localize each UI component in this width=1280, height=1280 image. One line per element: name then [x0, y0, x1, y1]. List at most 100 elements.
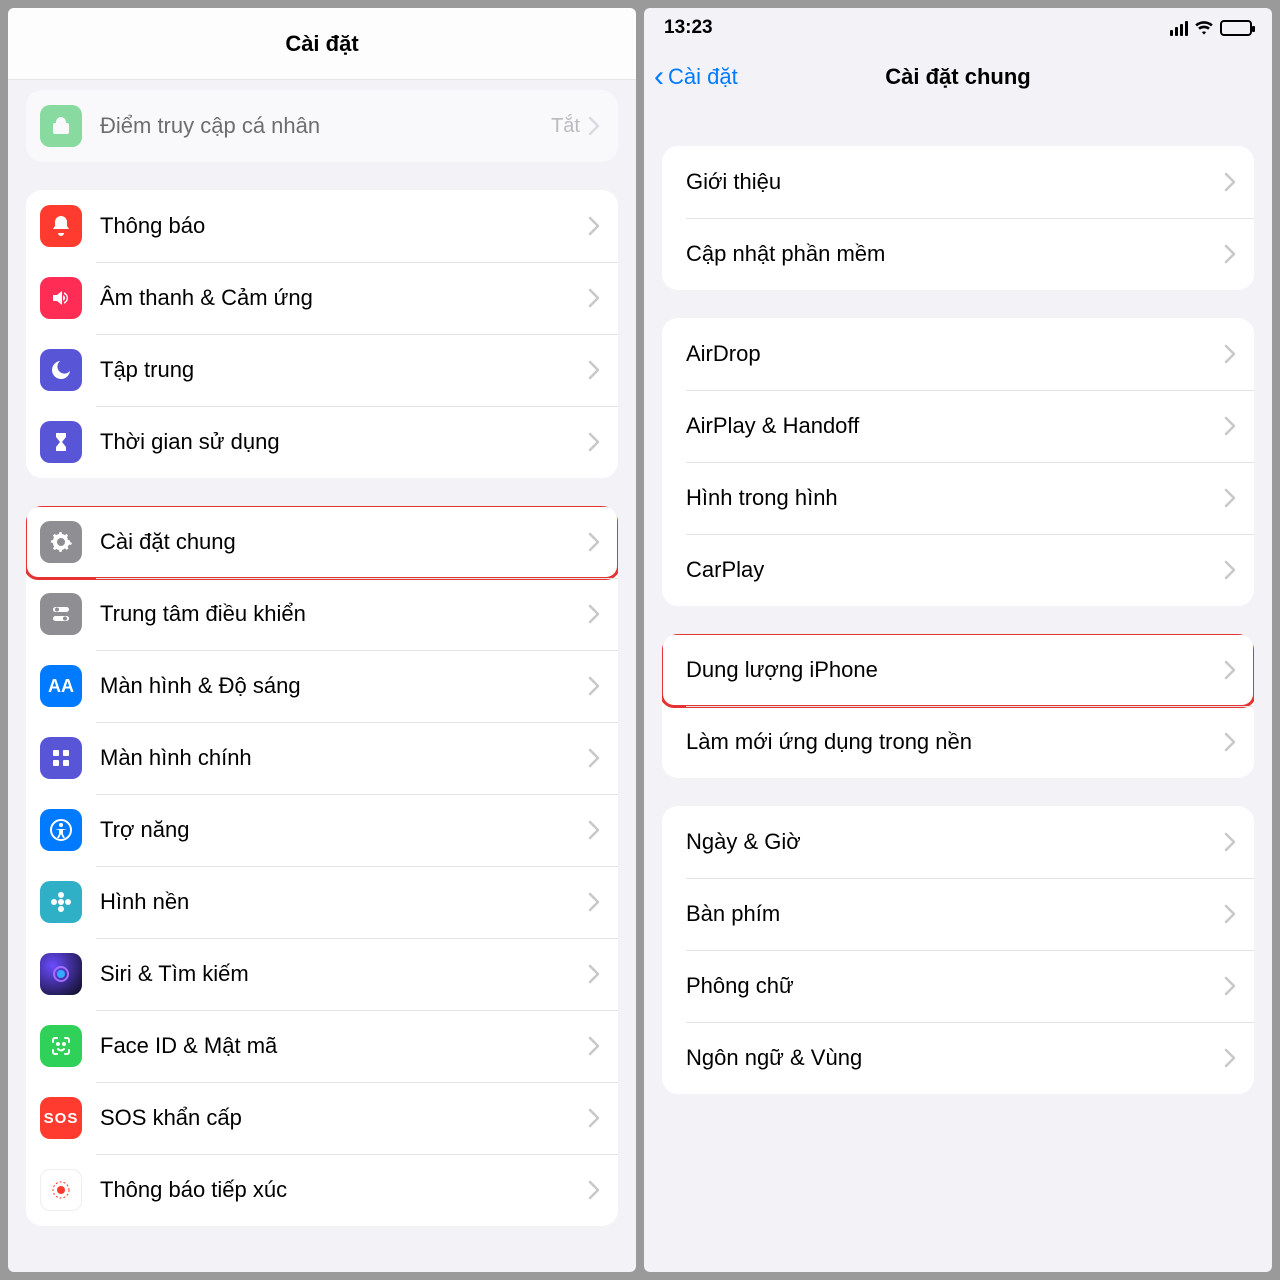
row-sounds[interactable]: Âm thanh & Cảm ứng	[26, 262, 618, 334]
row-controlcenter[interactable]: Trung tâm điều khiển	[26, 578, 618, 650]
group-datetime: Ngày & Giờ Bàn phím Phông chữ Ngôn ngữ &…	[662, 806, 1254, 1094]
hotspot-icon	[40, 105, 82, 147]
chevron-right-icon	[588, 360, 600, 380]
general-list[interactable]: Giới thiệu Cập nhật phần mềm AirDrop Air…	[644, 106, 1272, 1272]
chevron-right-icon	[1224, 172, 1236, 192]
chevron-right-icon	[1224, 416, 1236, 436]
group-general: Cài đặt chung Trung tâm điều khiển AA Mà…	[26, 506, 618, 1226]
chevron-right-icon	[1224, 976, 1236, 996]
row-label: Face ID & Mật mã	[100, 1033, 588, 1059]
status-icons	[1170, 18, 1252, 38]
row-homescreen[interactable]: Màn hình chính	[26, 722, 618, 794]
row-sos[interactable]: SOS SOS khẩn cấp	[26, 1082, 618, 1154]
chevron-right-icon	[588, 748, 600, 768]
group-partial: Điểm truy cập cá nhân Tắt	[26, 90, 618, 162]
row-airdrop[interactable]: AirDrop	[662, 318, 1254, 390]
row-label: Giới thiệu	[686, 169, 1224, 195]
group-airdrop: AirDrop AirPlay & Handoff Hình trong hìn…	[662, 318, 1254, 606]
row-label: Làm mới ứng dụng trong nền	[686, 729, 1224, 755]
row-label: Màn hình chính	[100, 745, 588, 771]
chevron-right-icon	[588, 216, 600, 236]
bell-icon	[40, 205, 82, 247]
row-carplay[interactable]: CarPlay	[662, 534, 1254, 606]
back-label: Cài đặt	[668, 64, 738, 90]
row-label: Màn hình & Độ sáng	[100, 673, 588, 699]
battery-icon	[1220, 20, 1252, 36]
page-title: Cài đặt	[8, 8, 636, 80]
row-general[interactable]: Cài đặt chung	[26, 506, 618, 578]
general-settings-screen: 13:23 ‹ Cài đặt Cài đặt chung Giới thiệu	[644, 8, 1272, 1272]
row-label: Ngày & Giờ	[686, 829, 1224, 855]
row-label: Âm thanh & Cảm ứng	[100, 285, 588, 311]
row-about[interactable]: Giới thiệu	[662, 146, 1254, 218]
row-label: Phông chữ	[686, 973, 1224, 999]
row-hotspot[interactable]: Điểm truy cập cá nhân Tắt	[26, 90, 618, 162]
row-label: Tập trung	[100, 357, 588, 383]
nav-bar: ‹ Cài đặt Cài đặt chung	[644, 48, 1272, 106]
moon-icon	[40, 349, 82, 391]
row-label: AirDrop	[686, 341, 1224, 367]
group-about: Giới thiệu Cập nhật phần mềm	[662, 146, 1254, 290]
chevron-right-icon	[588, 820, 600, 840]
chevron-right-icon	[588, 964, 600, 984]
row-label: Cập nhật phần mềm	[686, 241, 1224, 267]
chevron-right-icon	[588, 1180, 600, 1200]
row-wallpaper[interactable]: Hình nền	[26, 866, 618, 938]
chevron-right-icon	[1224, 344, 1236, 364]
row-iphone-storage[interactable]: Dung lượng iPhone	[662, 634, 1254, 706]
chevron-right-icon	[588, 432, 600, 452]
chevron-right-icon	[588, 676, 600, 696]
chevron-right-icon	[1224, 244, 1236, 264]
row-label: Ngôn ngữ & Vùng	[686, 1045, 1224, 1071]
row-faceid[interactable]: Face ID & Mật mã	[26, 1010, 618, 1082]
chevron-right-icon	[1224, 1048, 1236, 1068]
chevron-right-icon	[1224, 732, 1236, 752]
exposure-icon	[40, 1169, 82, 1211]
chevron-left-icon: ‹	[654, 62, 664, 92]
row-pip[interactable]: Hình trong hình	[662, 462, 1254, 534]
chevron-right-icon	[1224, 904, 1236, 924]
row-label: Siri & Tìm kiếm	[100, 961, 588, 987]
gear-icon	[40, 521, 82, 563]
row-focus[interactable]: Tập trung	[26, 334, 618, 406]
chevron-right-icon	[588, 1108, 600, 1128]
siri-icon	[40, 953, 82, 995]
row-label: Dung lượng iPhone	[686, 657, 1224, 683]
chevron-right-icon	[588, 532, 600, 552]
chevron-right-icon	[1224, 488, 1236, 508]
row-label: AirPlay & Handoff	[686, 413, 1224, 439]
row-notifications[interactable]: Thông báo	[26, 190, 618, 262]
text-size-icon: AA	[40, 665, 82, 707]
row-keyboard[interactable]: Bàn phím	[662, 878, 1254, 950]
row-label: Hình nền	[100, 889, 588, 915]
row-screentime[interactable]: Thời gian sử dụng	[26, 406, 618, 478]
row-label: CarPlay	[686, 557, 1224, 583]
chevron-right-icon	[588, 1036, 600, 1056]
row-exposure[interactable]: Thông báo tiếp xúc	[26, 1154, 618, 1226]
status-time: 13:23	[664, 17, 713, 39]
row-label: SOS khẩn cấp	[100, 1105, 588, 1131]
chevron-right-icon	[588, 604, 600, 624]
row-bg-app-refresh[interactable]: Làm mới ứng dụng trong nền	[662, 706, 1254, 778]
row-label: Thông báo	[100, 213, 588, 239]
row-software-update[interactable]: Cập nhật phần mềm	[662, 218, 1254, 290]
row-label: Trung tâm điều khiển	[100, 601, 588, 627]
settings-screen: Cài đặt Điểm truy cập cá nhân Tắt	[8, 8, 636, 1272]
row-label: Thời gian sử dụng	[100, 429, 588, 455]
hourglass-icon	[40, 421, 82, 463]
row-datetime[interactable]: Ngày & Giờ	[662, 806, 1254, 878]
chevron-right-icon	[588, 892, 600, 912]
chevron-right-icon	[1224, 660, 1236, 680]
back-button[interactable]: ‹ Cài đặt	[654, 62, 738, 92]
chevron-right-icon	[1224, 560, 1236, 580]
row-siri[interactable]: Siri & Tìm kiếm	[26, 938, 618, 1010]
row-display[interactable]: AA Màn hình & Độ sáng	[26, 650, 618, 722]
group-notifications: Thông báo Âm thanh & Cảm ứng Tập trung	[26, 190, 618, 478]
cellular-icon	[1170, 21, 1188, 36]
settings-list[interactable]: Điểm truy cập cá nhân Tắt Thông báo	[8, 80, 636, 1272]
row-airplay[interactable]: AirPlay & Handoff	[662, 390, 1254, 462]
row-fonts[interactable]: Phông chữ	[662, 950, 1254, 1022]
row-language[interactable]: Ngôn ngữ & Vùng	[662, 1022, 1254, 1094]
status-bar: 13:23	[644, 8, 1272, 48]
row-accessibility[interactable]: Trợ năng	[26, 794, 618, 866]
